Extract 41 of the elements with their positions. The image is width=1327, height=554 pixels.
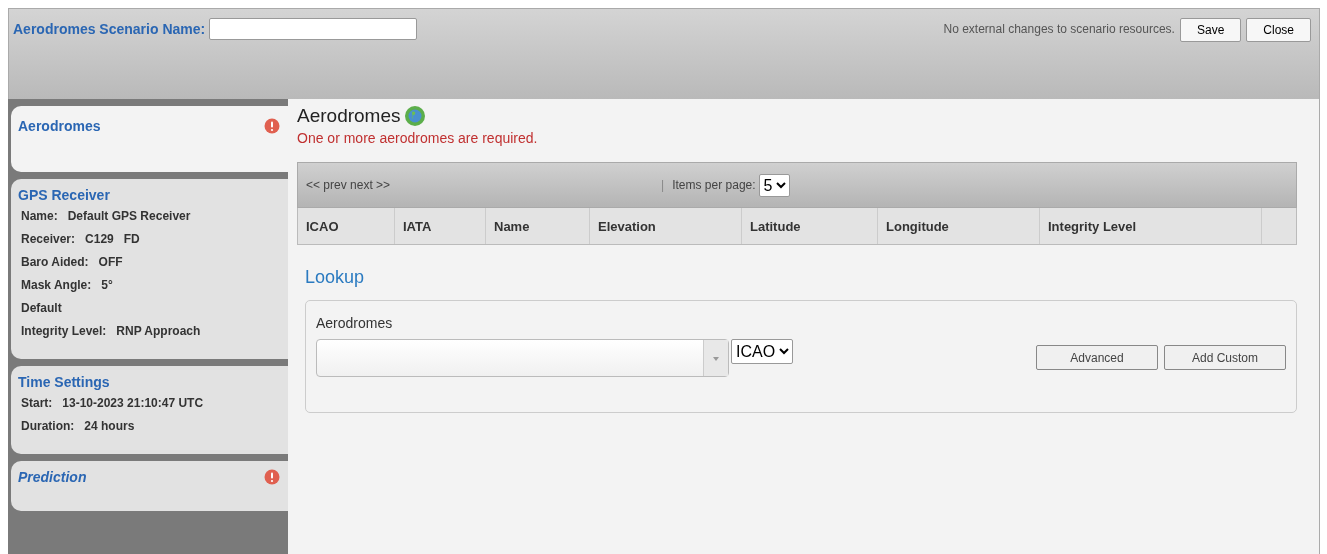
header-button[interactable]: Save bbox=[1179, 18, 1242, 42]
column-header[interactable]: Elevation bbox=[590, 208, 742, 244]
code-type-select[interactable]: ICAO bbox=[731, 339, 793, 364]
detail-text: Start: 13-10-2023 21:10:47 UTC bbox=[21, 396, 205, 410]
detail-text: Baro Aided: OFF bbox=[21, 255, 124, 269]
column-header[interactable]: Integrity Level bbox=[1040, 208, 1262, 244]
column-header[interactable]: Name bbox=[486, 208, 590, 244]
section-title: Time Settings bbox=[18, 374, 110, 390]
section-title: GPS Receiver bbox=[18, 187, 110, 203]
sidebar-section[interactable]: Prediction bbox=[11, 461, 288, 511]
page-title: Aerodromes bbox=[297, 105, 401, 127]
pager-links[interactable]: << prev next >> bbox=[306, 178, 391, 192]
items-per-page-label: Items per page: bbox=[672, 178, 756, 192]
detail-text: Receiver: C129 FD bbox=[21, 232, 141, 246]
globe-icon bbox=[403, 105, 426, 127]
scenario-name-field[interactable] bbox=[209, 18, 418, 40]
section-heading: Lookup bbox=[305, 267, 366, 288]
sidebar-section[interactable]: Time Settings Start: 13-10-2023 21:10:47 UTC Duration: 24 hours bbox=[11, 366, 288, 454]
section-title: Prediction bbox=[18, 469, 87, 485]
lookup-button[interactable]: Add Custom bbox=[1164, 345, 1286, 370]
detail-text: Duration: 24 hours bbox=[21, 419, 136, 433]
sidebar-section[interactable]: Aerodromes bbox=[11, 106, 288, 172]
detail-text: Integrity Level: RNP Approach bbox=[21, 324, 202, 338]
lookup-button[interactable]: Advanced bbox=[1036, 345, 1158, 370]
items-per-page-select[interactable]: 5 bbox=[758, 173, 790, 197]
column-header[interactable]: Latitude bbox=[742, 208, 878, 244]
detail-text: Default bbox=[21, 301, 63, 315]
sidebar-section[interactable]: GPS Receiver Name: Default GPS Receiver Receiver: C129 FD Baro Aided: OFF Mask Angle: 5° Default Integrity Level: RNP Approach bbox=[11, 179, 288, 359]
column-header[interactable]: Longitude bbox=[878, 208, 1040, 244]
column-header[interactable]: ICAO bbox=[298, 208, 395, 244]
header-button[interactable]: Close bbox=[1246, 18, 1311, 42]
aerodrome-combo-field[interactable] bbox=[316, 339, 729, 377]
detail-text: Name: Default GPS Receiver bbox=[21, 209, 192, 223]
status-message: No external changes to scenario resources. bbox=[943, 22, 1175, 36]
field-label: Aerodromes bbox=[316, 315, 394, 331]
column-header[interactable]: IATA bbox=[395, 208, 486, 244]
separator-text: | bbox=[661, 178, 665, 192]
section-title: Aerodromes bbox=[18, 118, 101, 134]
error-message: One or more aerodromes are required. bbox=[297, 130, 539, 146]
detail-text: Mask Angle: 5° bbox=[21, 278, 114, 292]
scenario-name-label: Aerodromes Scenario Name: bbox=[13, 21, 206, 37]
